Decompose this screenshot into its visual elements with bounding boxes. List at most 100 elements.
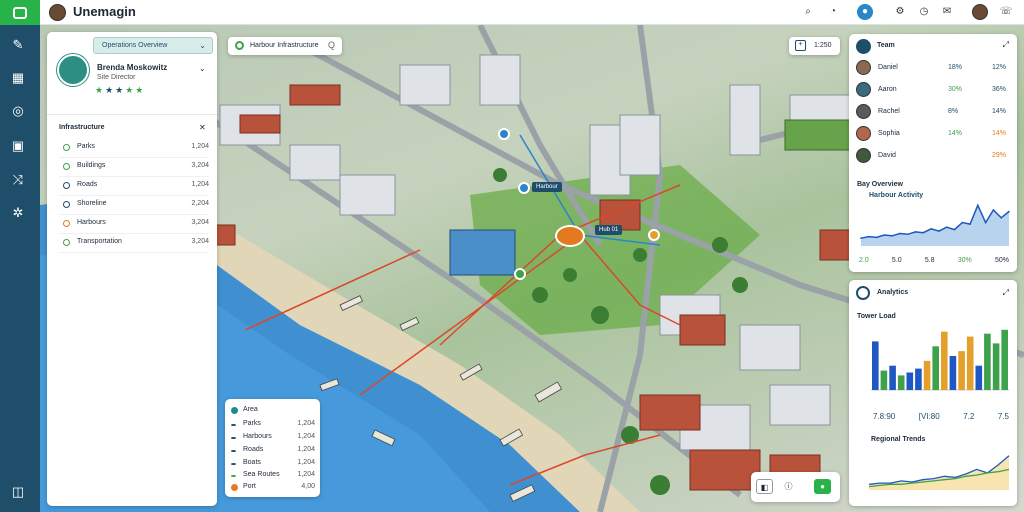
- line-chart: [868, 455, 1010, 490]
- divider: [47, 114, 217, 115]
- layer-label: Harbours: [77, 219, 106, 226]
- area-point: [860, 237, 862, 239]
- area-point: [953, 228, 956, 231]
- profile-role: Site Director: [97, 74, 136, 81]
- layer-row[interactable]: Harbours 3,204: [59, 216, 209, 234]
- legend-row[interactable]: Area: [231, 405, 315, 417]
- harbour-marker-label[interactable]: Harbour: [532, 182, 562, 192]
- chat-icon[interactable]: ✉: [939, 4, 955, 20]
- layer-dot: [63, 201, 70, 208]
- area-point: [914, 231, 917, 233]
- footer-value: 30%: [957, 257, 972, 264]
- legend-dot: [231, 450, 236, 452]
- area-point: [883, 234, 886, 236]
- settings-icon[interactable]: ⚙: [892, 4, 908, 20]
- legend-row[interactable]: Parks 1,204: [231, 419, 315, 431]
- layer-value: 3,204: [191, 219, 209, 226]
- hub-marker[interactable]: [555, 225, 585, 247]
- search-text: Harbour Infrastructure: [250, 42, 319, 49]
- search-icon[interactable]: ⌕: [800, 4, 816, 20]
- footer-value: 5.0: [891, 257, 902, 264]
- area-chart: [860, 203, 1010, 246]
- layer-dot: [63, 220, 70, 227]
- chevron-down-icon: ⌄: [199, 41, 206, 50]
- rating-stars: ★★★★★: [95, 85, 146, 95]
- pen-icon[interactable]: ✎: [11, 38, 25, 52]
- notification-icon[interactable]: ●: [857, 4, 873, 20]
- top-bar: Unemagin ⌕ ◔ ● ⚙ ◷ ✉ ☏: [40, 0, 1024, 25]
- panel-toggle-icon[interactable]: ◫: [11, 485, 25, 499]
- area-point: [899, 232, 901, 235]
- hub-label[interactable]: Hub 01: [595, 225, 623, 235]
- layer-value: 3,204: [191, 238, 209, 245]
- layer-row[interactable]: Buildings 3,204: [59, 159, 209, 177]
- legend-row[interactable]: Roads 1,204: [231, 445, 315, 457]
- network-icon[interactable]: ✲: [11, 206, 25, 220]
- view-dropdown[interactable]: Operations Overview ⌄: [93, 37, 213, 54]
- layers-toggle-icon[interactable]: ◧: [756, 479, 773, 494]
- legend-dot: [231, 484, 238, 491]
- area-point: [938, 230, 940, 232]
- area-point: [961, 221, 964, 224]
- location-pin[interactable]: [498, 128, 510, 140]
- area-point: [992, 209, 995, 211]
- area-fill: [861, 205, 1009, 246]
- location-pin[interactable]: [518, 182, 530, 194]
- legend-row[interactable]: Boats 1,204: [231, 458, 315, 470]
- location-icon: [235, 41, 244, 50]
- area-point: [891, 235, 893, 237]
- layer-label: Shoreline: [77, 200, 107, 207]
- legend-label: Sea Routes: [243, 471, 280, 478]
- legend-value: 1,204: [297, 459, 315, 466]
- location-pin[interactable]: [514, 268, 526, 280]
- profile-name: Brenda Moskowitz: [97, 63, 168, 72]
- info-icon[interactable]: ⓘ: [780, 479, 797, 494]
- layer-label: Parks: [77, 143, 95, 150]
- app-title: Unemagin: [73, 4, 136, 19]
- layer-row[interactable]: Shoreline 2,204: [59, 197, 209, 215]
- layer-value: 3,204: [191, 162, 209, 169]
- layer-row[interactable]: Parks 1,204: [59, 140, 209, 158]
- area-point: [977, 204, 979, 207]
- map-legend: Area Parks 1,204 Harbours 1,204 Roads 1,204…: [225, 399, 320, 497]
- legend-dot: [231, 437, 236, 439]
- user-avatar[interactable]: [972, 4, 988, 20]
- legend-row[interactable]: Port 4,00: [231, 482, 315, 494]
- legend-dot: [231, 463, 236, 465]
- toggle-button[interactable]: ●: [814, 479, 831, 494]
- left-panel: Operations Overview ⌄ Brenda Moskowitz S…: [47, 32, 217, 506]
- close-icon[interactable]: ✕: [199, 123, 206, 132]
- app-avatar[interactable]: [49, 4, 66, 21]
- section-title: Infrastructure: [59, 124, 105, 131]
- layer-label: Roads: [77, 181, 98, 188]
- zoom-value: 1:250: [814, 42, 832, 49]
- area-point: [930, 227, 932, 230]
- layer-row[interactable]: Transportation 3,204: [59, 235, 209, 253]
- footer-value: 5.8: [924, 257, 935, 264]
- map-search[interactable]: Harbour Infrastructure Q: [228, 37, 342, 55]
- profile-avatar[interactable]: [57, 54, 89, 86]
- legend-row[interactable]: Sea Routes 1,204: [231, 470, 315, 482]
- app-logo-icon[interactable]: [0, 0, 40, 25]
- legend-label: Parks: [243, 420, 261, 427]
- legend-dot: [231, 475, 236, 477]
- bulb-icon[interactable]: ◔: [825, 4, 841, 20]
- phone-icon[interactable]: ☏: [998, 4, 1014, 20]
- legend-row[interactable]: Harbours 1,204: [231, 432, 315, 444]
- timer-icon[interactable]: ◷: [916, 4, 932, 20]
- layer-row[interactable]: Roads 1,204: [59, 178, 209, 196]
- legend-value: 1,204: [297, 420, 315, 427]
- area-point: [875, 236, 878, 239]
- layers-icon[interactable]: ▣: [11, 139, 25, 153]
- check-circle-icon[interactable]: ◎: [11, 104, 25, 118]
- zoom-control[interactable]: + 1:250: [789, 37, 840, 55]
- share-icon[interactable]: ⤨: [11, 173, 25, 187]
- legend-dot: [231, 407, 238, 414]
- area-point: [867, 235, 870, 238]
- chevron-down-icon[interactable]: ⌄: [199, 64, 206, 73]
- grid-icon[interactable]: ▦: [11, 71, 25, 85]
- analytics-panel: Analytics ⤢ Tower Load 7.8:90 [VI:80 7.2…: [849, 280, 1017, 506]
- layer-dot: [63, 182, 70, 189]
- location-pin[interactable]: [648, 229, 660, 241]
- view-dropdown-label: Operations Overview: [102, 42, 168, 49]
